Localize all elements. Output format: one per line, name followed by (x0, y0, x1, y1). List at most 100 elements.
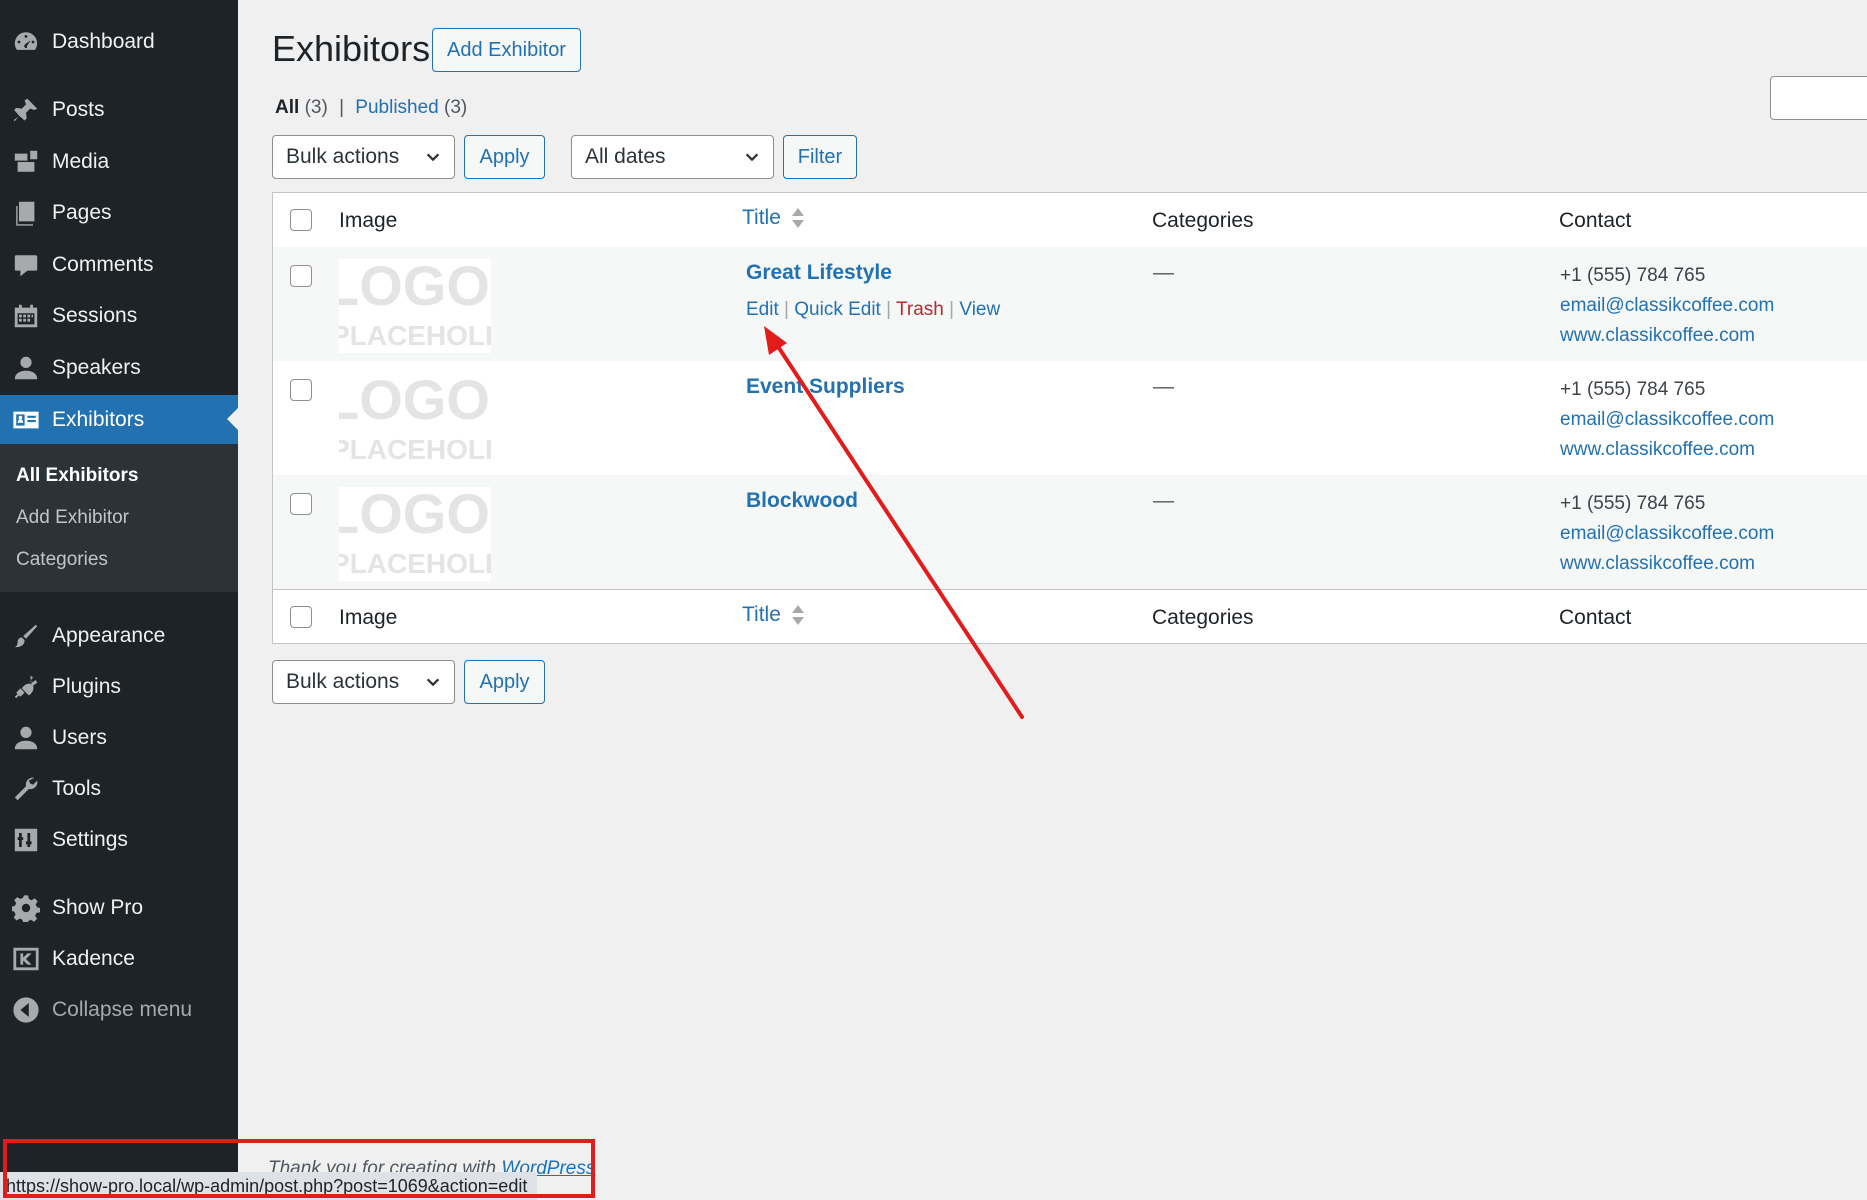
bulk-actions-select-top[interactable]: Bulk actions (272, 135, 455, 179)
column-title-sort[interactable]: Title (742, 603, 805, 627)
brush-icon (12, 622, 40, 650)
bulk-actions-value: Bulk actions (286, 145, 400, 168)
row-title-link[interactable]: Great Lifestyle (746, 261, 892, 285)
menu-label: Kadence (52, 947, 135, 970)
contact-website-link[interactable]: www.classikcoffee.com (1560, 321, 1774, 351)
menu-item-media[interactable]: Media (0, 138, 238, 186)
menu-item-posts[interactable]: Posts (0, 86, 238, 134)
filter-button[interactable]: Filter (783, 135, 857, 179)
row-contact: +1 (555) 784 765 email@classikcoffee.com… (1560, 261, 1774, 351)
apply-button-bottom[interactable]: Apply (464, 660, 545, 704)
menu-label: Plugins (52, 675, 121, 698)
quick-edit-link[interactable]: Quick Edit (794, 299, 881, 320)
wrench-icon (12, 775, 40, 803)
menu-item-dashboard[interactable]: Dashboard (0, 18, 238, 66)
submenu-item-categories[interactable]: Categories (16, 549, 108, 571)
media-icon (12, 148, 40, 176)
menu-item-settings[interactable]: Settings (0, 816, 238, 864)
menu-label: Collapse menu (52, 998, 193, 1021)
table-row: LOGO PLACEHOLDER Great Lifestyle Edit | … (273, 247, 1867, 361)
search-input[interactable] (1770, 76, 1867, 120)
apply-button-top[interactable]: Apply (464, 135, 545, 179)
bulk-actions-value: Bulk actions (286, 670, 400, 693)
table-row: LOGO PLACEHOLDER Blockwood — +1 (555) 78… (273, 475, 1867, 589)
svg-text:PLACEHOLDER: PLACEHOLDER (339, 434, 491, 465)
svg-text:LOGO: LOGO (339, 259, 490, 317)
menu-item-show-pro[interactable]: Show Pro (0, 884, 238, 932)
row-categories: — (1153, 261, 1174, 284)
contact-website-link[interactable]: www.classikcoffee.com (1560, 435, 1774, 465)
menu-item-tools[interactable]: Tools (0, 765, 238, 813)
contact-email-link[interactable]: email@classikcoffee.com (1560, 291, 1774, 321)
user-icon (12, 354, 40, 382)
view-all-link[interactable]: All (275, 97, 299, 118)
table-header: Image Title Categories Contact (273, 193, 1867, 248)
row-checkbox[interactable] (290, 379, 312, 401)
contact-phone: +1 (555) 784 765 (1560, 379, 1706, 400)
dates-filter-select[interactable]: All dates (571, 135, 774, 179)
row-title-link[interactable]: Event Suppliers (746, 375, 905, 399)
svg-text:LOGO: LOGO (339, 373, 490, 431)
menu-item-kadence[interactable]: Kadence (0, 935, 238, 983)
table-row: LOGO PLACEHOLDER Event Suppliers — +1 (5… (273, 361, 1867, 475)
admin-sidebar: Dashboard Posts Media Pages Comments Ses… (0, 0, 238, 1200)
menu-item-sessions[interactable]: Sessions (0, 292, 238, 340)
add-exhibitor-button[interactable]: Add Exhibitor (432, 28, 581, 72)
logo-placeholder-image[interactable]: LOGO PLACEHOLDER (339, 259, 491, 353)
menu-label: Show Pro (52, 896, 144, 919)
settings-icon (12, 826, 40, 854)
menu-item-plugins[interactable]: Plugins (0, 663, 238, 711)
column-contact: Contact (1559, 209, 1632, 232)
row-checkbox[interactable] (290, 265, 312, 287)
contact-phone: +1 (555) 784 765 (1560, 265, 1706, 286)
sort-icon (791, 206, 805, 230)
menu-label: Exhibitors (52, 408, 145, 431)
column-title-label: Title (742, 206, 781, 229)
logo-placeholder-image[interactable]: LOGO PLACEHOLDER (339, 373, 491, 467)
contact-phone: +1 (555) 784 765 (1560, 493, 1706, 514)
row-checkbox[interactable] (290, 493, 312, 515)
view-link[interactable]: View (959, 299, 1000, 320)
logo-placeholder-image[interactable]: LOGO PLACEHOLDER (339, 487, 491, 581)
menu-label: Settings (52, 828, 128, 851)
svg-text:LOGO: LOGO (339, 487, 490, 545)
menu-item-pages[interactable]: Pages (0, 189, 238, 237)
table-footer: Image Title Categories Contact (273, 589, 1867, 644)
view-all-count: (3) (304, 97, 328, 118)
menu-item-users[interactable]: Users (0, 714, 238, 762)
action-separator: | (784, 299, 789, 320)
select-all-checkbox-bottom[interactable] (290, 606, 312, 628)
menu-item-exhibitors[interactable]: Exhibitors (0, 395, 238, 445)
menu-item-comments[interactable]: Comments (0, 241, 238, 289)
column-title-sort[interactable]: Title (742, 206, 805, 230)
view-published-link[interactable]: Published (355, 97, 438, 118)
row-actions: Edit | Quick Edit | Trash | View (746, 299, 1000, 321)
submenu-item-add-exhibitor[interactable]: Add Exhibitor (16, 507, 129, 529)
menu-item-speakers[interactable]: Speakers (0, 344, 238, 392)
column-categories: Categories (1152, 209, 1254, 232)
trash-link[interactable]: Trash (896, 299, 944, 320)
sort-icon (791, 603, 805, 627)
menu-label: Tools (52, 777, 102, 800)
menu-label: Speakers (52, 356, 141, 379)
contact-email-link[interactable]: email@classikcoffee.com (1560, 519, 1774, 549)
row-title-link[interactable]: Blockwood (746, 489, 858, 513)
bulk-actions-select-bottom[interactable]: Bulk actions (272, 660, 455, 704)
collapse-menu-button[interactable]: Collapse menu (0, 986, 238, 1034)
svg-text:PLACEHOLDER: PLACEHOLDER (339, 548, 491, 579)
action-separator: | (886, 299, 892, 320)
select-all-checkbox[interactable] (290, 209, 312, 231)
column-title-label: Title (742, 603, 781, 626)
view-published-count: (3) (444, 97, 468, 118)
menu-item-appearance[interactable]: Appearance (0, 612, 238, 660)
column-categories: Categories (1152, 606, 1254, 629)
menu-label: Appearance (52, 624, 166, 647)
column-contact: Contact (1559, 606, 1632, 629)
column-image: Image (339, 209, 398, 232)
gear-icon (12, 894, 40, 922)
edit-link[interactable]: Edit (746, 299, 779, 320)
dashboard-icon (12, 28, 40, 56)
submenu-item-all-exhibitors[interactable]: All Exhibitors (16, 465, 138, 487)
contact-email-link[interactable]: email@classikcoffee.com (1560, 405, 1774, 435)
contact-website-link[interactable]: www.classikcoffee.com (1560, 549, 1774, 579)
